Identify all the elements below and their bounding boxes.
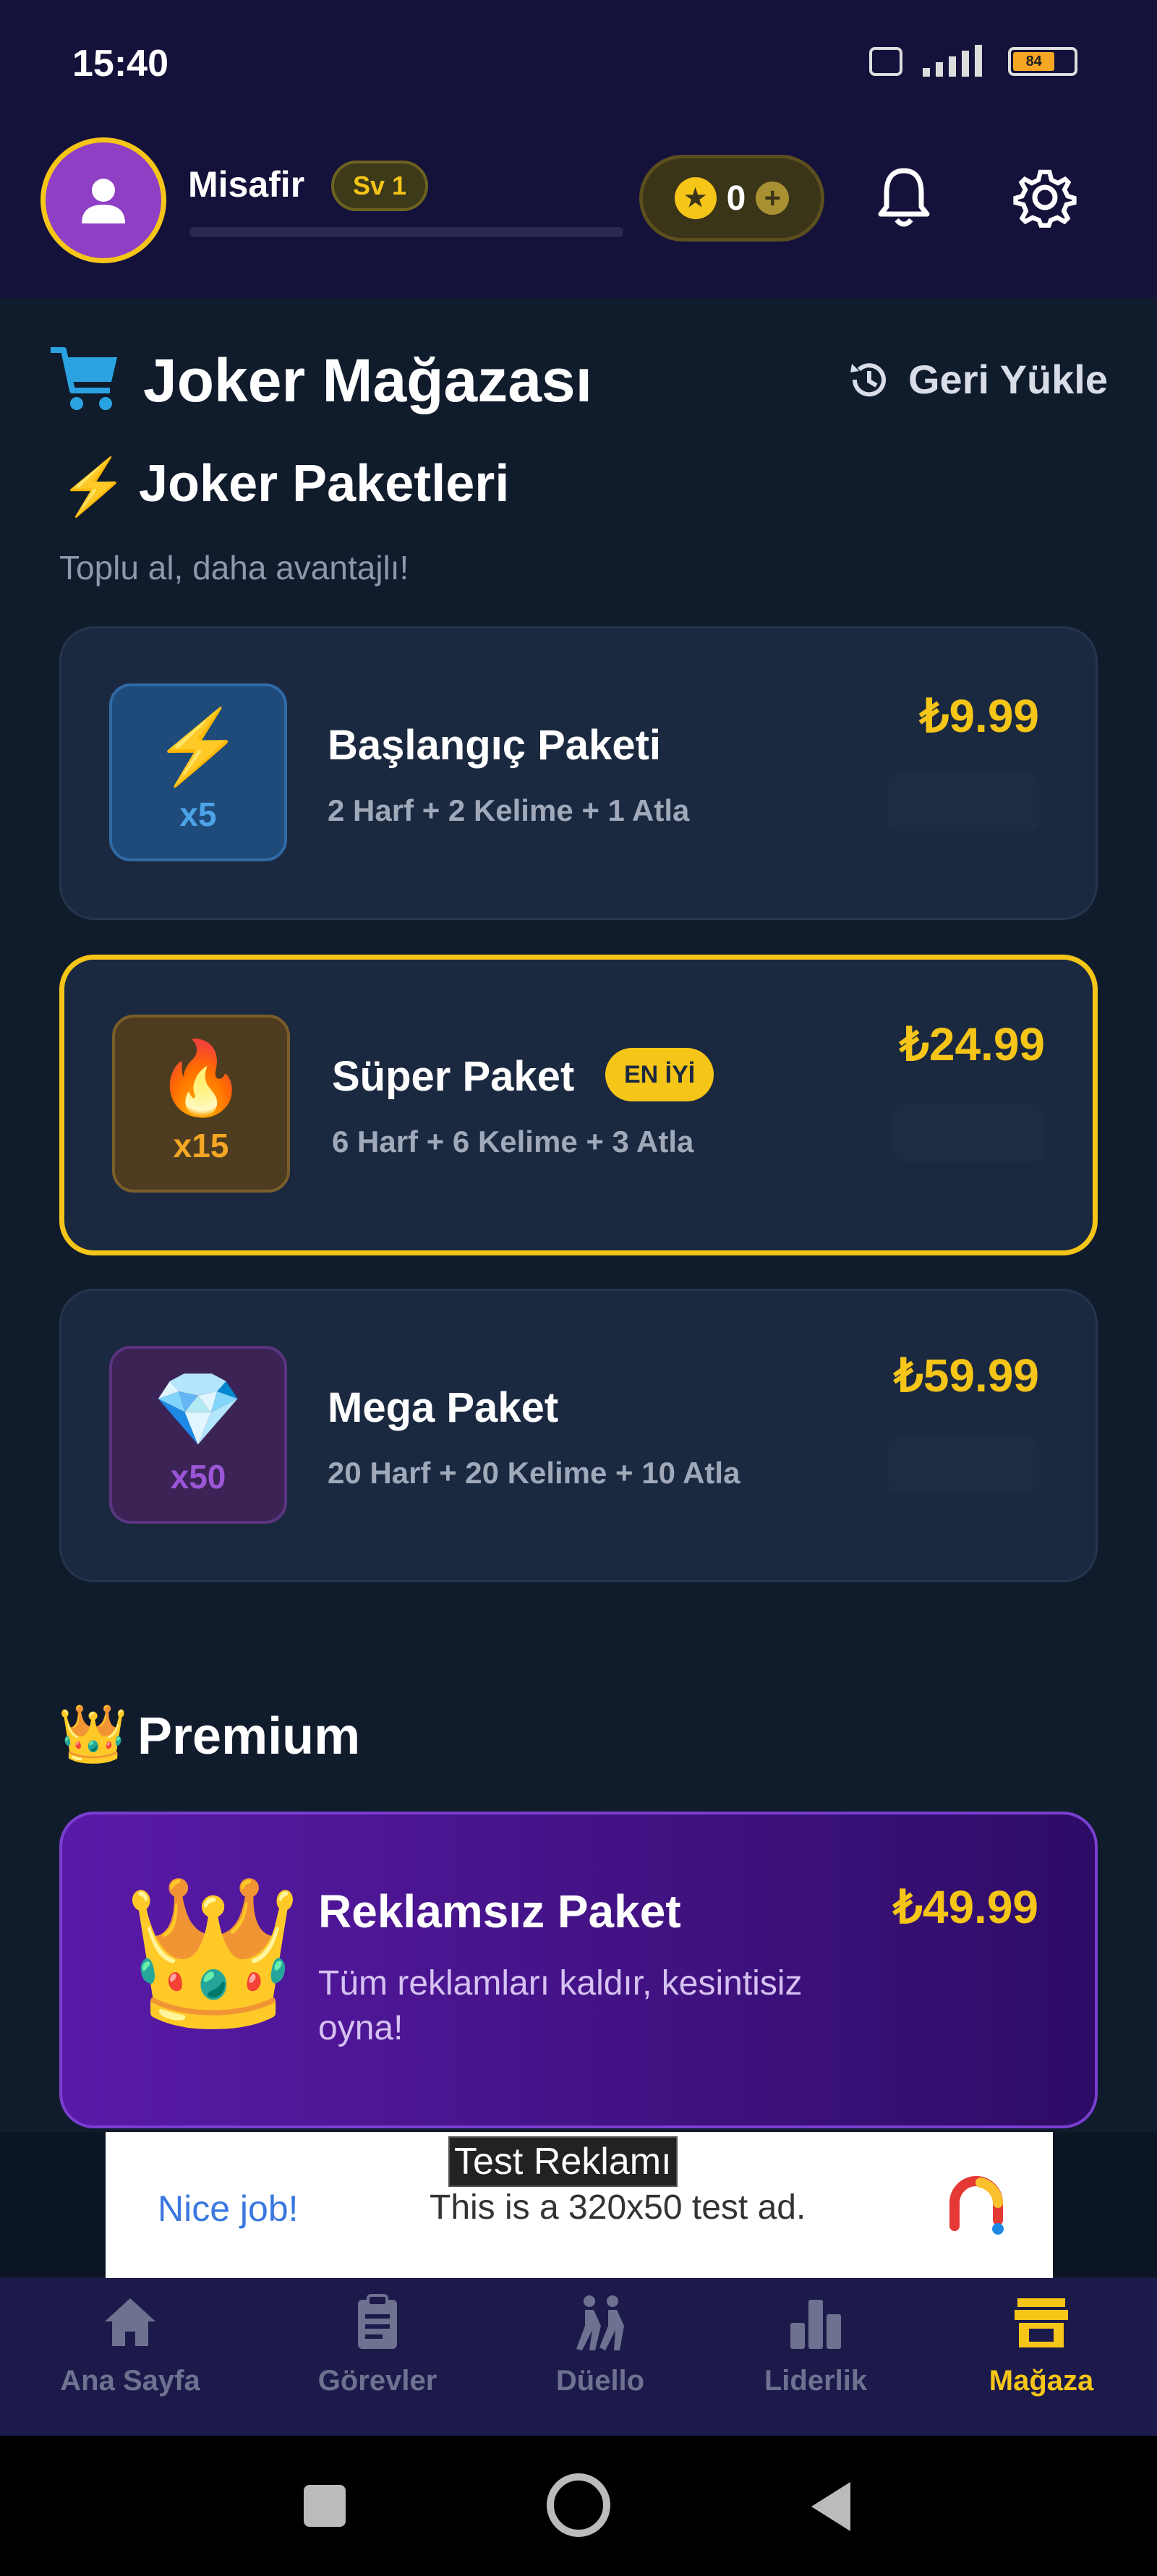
store-icon <box>1015 2298 1068 2347</box>
pack-price: ₺24.99 <box>900 1018 1045 1070</box>
battery-level: 84 <box>1013 52 1055 71</box>
level-badge: Sv 1 <box>331 161 429 211</box>
pack-contents: 6 Harf + 6 Kelime + 3 Atla <box>332 1125 694 1159</box>
back-button[interactable] <box>807 2479 858 2534</box>
duel-icon <box>576 2295 624 2350</box>
battery-icon: 84 <box>1008 47 1077 76</box>
user-icon <box>82 179 125 223</box>
ad-text: This is a 320x50 test ad. <box>430 2188 806 2227</box>
pack-name: Mega Paket <box>328 1384 559 1431</box>
nav-label: Düello <box>555 2365 645 2397</box>
buy-button[interactable] <box>887 1436 1039 1493</box>
status-time: 15:40 <box>72 43 168 85</box>
nav-item-store[interactable]: Mağaza <box>955 2291 1128 2397</box>
add-coins-button[interactable]: + <box>756 182 790 215</box>
pack-card-starter[interactable]: ⚡ x5 Başlangıç Paketi 2 Harf + 2 Kelime … <box>59 626 1098 920</box>
restore-label: Geri Yükle <box>908 357 1109 402</box>
pack-price: ₺59.99 <box>894 1349 1039 1402</box>
nav-label: Liderlik <box>764 2365 868 2397</box>
pack-multiplier: x15 <box>173 1127 229 1164</box>
pack-icon-box: 💎 x50 <box>109 1346 287 1524</box>
nav-label: Görevler <box>317 2365 437 2397</box>
coin-icon: ★ <box>674 177 717 219</box>
recent-apps-button[interactable] <box>304 2485 346 2527</box>
pack-icon-box: ⚡ x5 <box>109 683 287 861</box>
ad-headline: Nice job! <box>158 2188 299 2229</box>
section-hint: Toplu al, daha avantajlı! <box>59 549 409 587</box>
pack-name: Süper Paket <box>332 1053 575 1100</box>
nav-item-tasks[interactable]: Görevler <box>291 2291 464 2397</box>
pack-card-super[interactable]: 🔥 x15 Süper Paket EN İYİ ₺24.99 6 Harf +… <box>59 955 1098 1255</box>
ad-logo-icon <box>949 2176 1004 2235</box>
xp-progress-bar <box>189 227 623 237</box>
diamond-icon: 💎 <box>153 1369 244 1450</box>
pack-card-mega[interactable]: 💎 x50 Mega Paket 20 Harf + 20 Kelime + 1… <box>59 1289 1098 1582</box>
section-title-premium: Premium <box>137 1707 361 1765</box>
notification-icon <box>869 47 902 76</box>
top-header <box>0 130 1157 298</box>
gear-icon[interactable] <box>1012 165 1077 230</box>
premium-name: Reklamsız Paket <box>318 1885 681 1937</box>
history-icon <box>850 362 886 396</box>
leaderboard-icon <box>790 2300 841 2349</box>
nav-item-home[interactable]: Ana Sayfa <box>43 2291 217 2397</box>
nav-label: Ana Sayfa <box>60 2365 200 2397</box>
premium-description: Tüm reklamları kaldır, kesintisiz oyna! <box>318 1964 803 2048</box>
lightning-icon: ⚡ <box>153 707 244 788</box>
nav-item-duel[interactable]: Düello <box>513 2291 687 2397</box>
pack-price: ₺9.99 <box>919 690 1039 742</box>
cart-icon <box>51 347 117 410</box>
home-icon <box>105 2298 155 2346</box>
pack-contents: 20 Harf + 20 Kelime + 10 Atla <box>328 1456 740 1490</box>
username: Misafir <box>188 164 305 205</box>
home-button[interactable] <box>547 2473 610 2537</box>
crown-icon: 👑 <box>123 1872 304 2033</box>
buy-button[interactable] <box>893 1104 1045 1162</box>
nav-item-leaderboard[interactable]: Liderlik <box>729 2291 902 2397</box>
pack-contents: 2 Harf + 2 Kelime + 1 Atla <box>328 793 690 827</box>
premium-price: ₺49.99 <box>893 1881 1038 1933</box>
fire-icon: 🔥 <box>155 1038 247 1119</box>
section-title-packs: Joker Paketleri <box>139 455 510 513</box>
page-title: Joker Mağazası <box>143 346 592 414</box>
system-icons: 84 <box>869 43 1077 80</box>
pack-name: Başlangıç Paketi <box>328 722 661 769</box>
signal-icon <box>923 45 982 77</box>
pack-multiplier: x5 <box>179 796 217 833</box>
bell-icon[interactable] <box>875 165 933 230</box>
ad-label: Test Reklamı <box>448 2136 678 2187</box>
nav-label: Mağaza <box>989 2365 1094 2397</box>
coin-count: 0 <box>726 179 746 218</box>
buy-button[interactable] <box>887 773 1039 831</box>
coin-balance[interactable]: ★ 0 + <box>639 155 824 242</box>
pack-multiplier: x50 <box>170 1458 226 1496</box>
best-badge: EN İYİ <box>605 1048 714 1101</box>
restore-button[interactable]: Geri Yükle <box>846 356 1108 403</box>
pack-icon-box: 🔥 x15 <box>112 1015 290 1193</box>
avatar[interactable] <box>40 137 166 263</box>
crown-icon: 👑 <box>58 1702 129 1765</box>
lightning-icon: ⚡ <box>59 456 128 518</box>
clipboard-icon <box>358 2294 397 2349</box>
